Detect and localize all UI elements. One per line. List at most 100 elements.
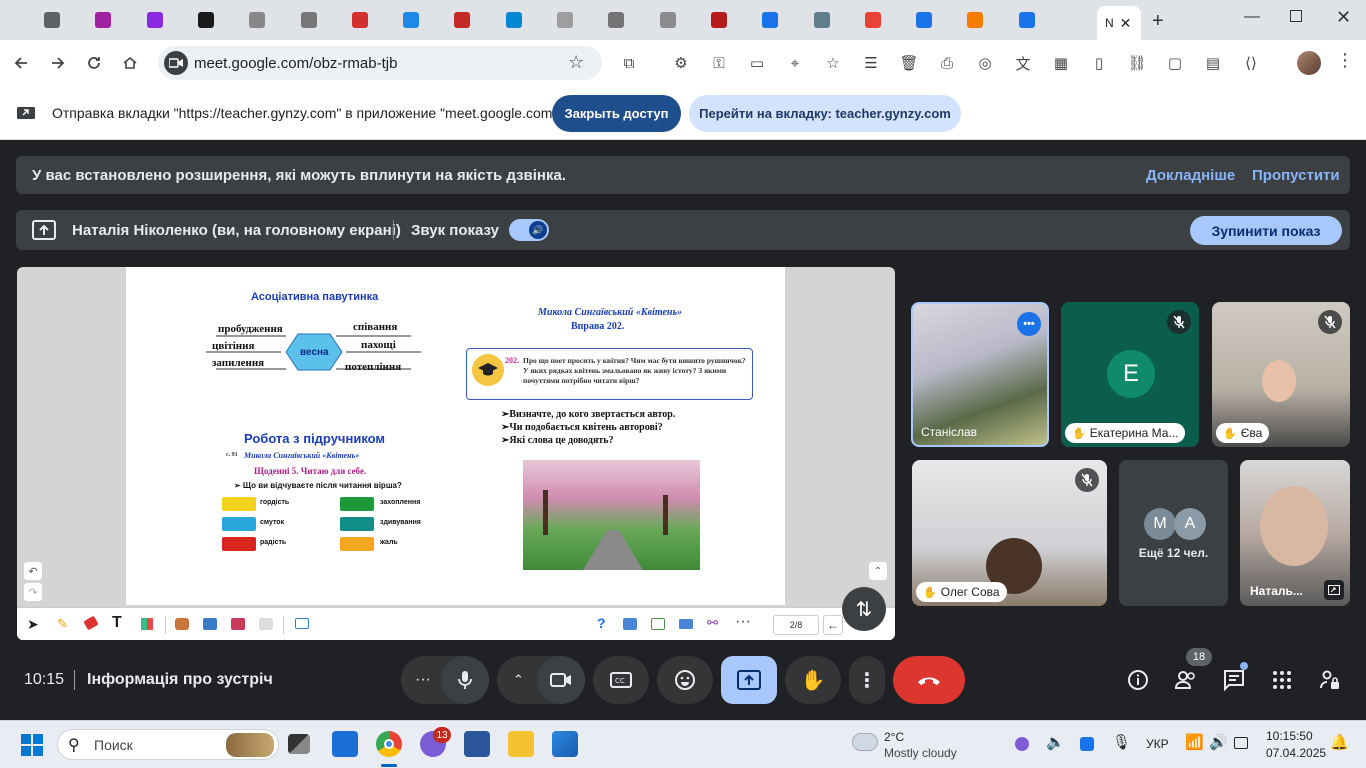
skip-link[interactable]: Пропустити [1252,167,1340,184]
active-tab[interactable]: N ✕ [1097,6,1141,40]
file-explorer-icon[interactable] [508,731,534,757]
camera-icon[interactable]: ◎ [974,52,996,74]
address-bar[interactable]: meet.google.com/obz-rmab-tjb ☆ [158,46,602,80]
browser-tab[interactable] [300,8,317,32]
folder-icon[interactable] [679,619,693,629]
browser-tab[interactable] [249,8,266,32]
minimize-icon[interactable]: — [1244,8,1260,26]
clock-date[interactable]: 07.04.2025 [1266,746,1326,760]
microsoft-store-icon[interactable] [332,731,358,757]
close-tab-icon[interactable]: ✕ [1120,15,1132,32]
location-icon[interactable]: ⌖ [784,52,806,74]
task-view-icon[interactable] [288,734,310,754]
trash-icon[interactable]: 🗑 [898,52,920,74]
browser-tab[interactable] [710,8,727,32]
stop-presenting-button[interactable]: Зупинити показ [1190,216,1342,245]
raise-hand-button[interactable]: ✋ [785,656,841,704]
wifi-icon[interactable]: 📶 [1185,733,1204,751]
keyboard-language[interactable]: УКР [1146,737,1169,751]
text-tool-icon[interactable]: T [112,614,122,632]
help-icon[interactable]: ? [597,615,606,631]
page-counter[interactable]: 2/8 [773,615,819,635]
taskbar-search-box[interactable]: ⚲ Поиск [57,729,279,760]
tables-icon[interactable]: ▤ [1202,52,1224,74]
tool-icon-5[interactable] [623,618,637,630]
tool-icon-2[interactable] [203,618,217,630]
meet-site-icon[interactable] [164,51,188,75]
windows-start-icon[interactable] [21,734,43,756]
card-icon[interactable]: ▭ [746,52,768,74]
browser-tab[interactable] [608,8,625,32]
browser-tab[interactable] [557,8,573,32]
pointer-tool-icon[interactable]: ➤ [27,616,39,633]
learn-more-link[interactable]: Докладніше [1146,167,1235,184]
camera-controls[interactable]: ⌃ [497,656,585,704]
browser-tab[interactable] [505,8,522,32]
present-sound-toggle[interactable]: 🔊 [509,219,549,241]
browser-tab[interactable] [454,8,471,32]
present-button[interactable] [721,656,777,704]
browser-tab[interactable] [146,8,163,32]
participant-tile-eva[interactable]: ✋ Єва [1212,302,1350,447]
security-tray-icon[interactable] [1080,737,1094,751]
screen-tool-icon[interactable] [295,618,309,629]
volume-tray-icon[interactable]: 🔈 [1046,733,1065,751]
code-icon[interactable]: ⟨⟩ [1240,52,1262,74]
mic-tray-icon[interactable]: 🎙 [1112,733,1131,751]
extensions-icon[interactable]: ⧉ [618,52,640,74]
meeting-details-button[interactable] [1122,664,1154,696]
mic-button[interactable] [441,656,489,704]
participant-tile-stanislav[interactable]: ••• Станіслав [911,302,1049,447]
swap-view-button[interactable]: ⇅ [842,587,886,631]
browser-tab[interactable] [659,8,676,32]
reading-list-icon[interactable]: ☰ [860,52,882,74]
speaker-icon[interactable]: 🔊 [1209,733,1228,751]
translate-icon[interactable]: 文 [1012,52,1034,74]
redo-button[interactable]: ↷ [24,583,42,601]
tool-icon-4[interactable] [259,618,273,630]
back-icon[interactable] [10,52,32,74]
share-icon[interactable]: ⚯ [707,615,718,631]
forward-icon[interactable] [47,52,69,74]
pin-tile-icon[interactable] [1324,580,1344,600]
undo-button[interactable]: ↶ [24,562,42,580]
host-controls-button[interactable] [1314,664,1346,696]
extension-icon-1[interactable]: ⚙ [670,52,692,74]
more-options-button[interactable]: ⋮ [849,656,885,704]
reader-icon[interactable]: ▯ [1088,52,1110,74]
prev-page-button[interactable]: ← [823,615,843,635]
browser-tab[interactable] [1018,8,1035,32]
stop-sharing-button[interactable]: Закрыть доступ [552,95,681,132]
browser-tab[interactable] [95,8,112,32]
chrome-taskbar-icon[interactable] [376,731,402,757]
link-icon[interactable]: ⛓ [1126,52,1148,74]
browser-tab[interactable] [864,8,881,32]
reactions-button[interactable] [657,656,713,704]
people-button[interactable]: 18 [1170,648,1212,696]
camera-button[interactable] [537,656,585,704]
profile-avatar[interactable] [1297,51,1321,75]
tray-app-icon[interactable] [1015,737,1029,751]
home-icon[interactable] [119,52,141,74]
tool-icon-3[interactable] [231,618,245,630]
participant-tile-natalia[interactable]: Наталь... [1240,460,1350,606]
browser-tab[interactable] [762,8,779,32]
goto-tab-button[interactable]: Перейти на вкладку: teacher.gynzy.com [689,95,961,132]
battery-icon[interactable] [1234,737,1248,749]
tool-icon-1[interactable] [175,618,189,630]
notification-bell-icon[interactable]: 🔔 [1330,733,1349,751]
photos-taskbar-icon[interactable] [552,731,578,757]
qr-icon[interactable]: ▦ [1050,52,1072,74]
key-icon[interactable]: ⚿ [708,52,730,74]
print-icon[interactable]: ⎙ [936,52,958,74]
more-participants-tile[interactable]: M A Ещё 12 чел. [1119,460,1228,606]
close-window-icon[interactable]: ✕ [1336,7,1351,28]
browser-tab[interactable] [916,8,933,32]
browser-tab[interactable] [813,8,830,32]
chat-button[interactable] [1218,662,1250,696]
scroll-up-button[interactable]: ⌃ [869,562,887,580]
bookmark-star-icon[interactable]: ☆ [568,52,584,73]
devices-icon[interactable]: ▢ [1164,52,1186,74]
shapes-tool-icon[interactable] [141,618,153,630]
participant-tile-kateryna[interactable]: E ✋ Екатерина Ма... [1061,302,1199,447]
